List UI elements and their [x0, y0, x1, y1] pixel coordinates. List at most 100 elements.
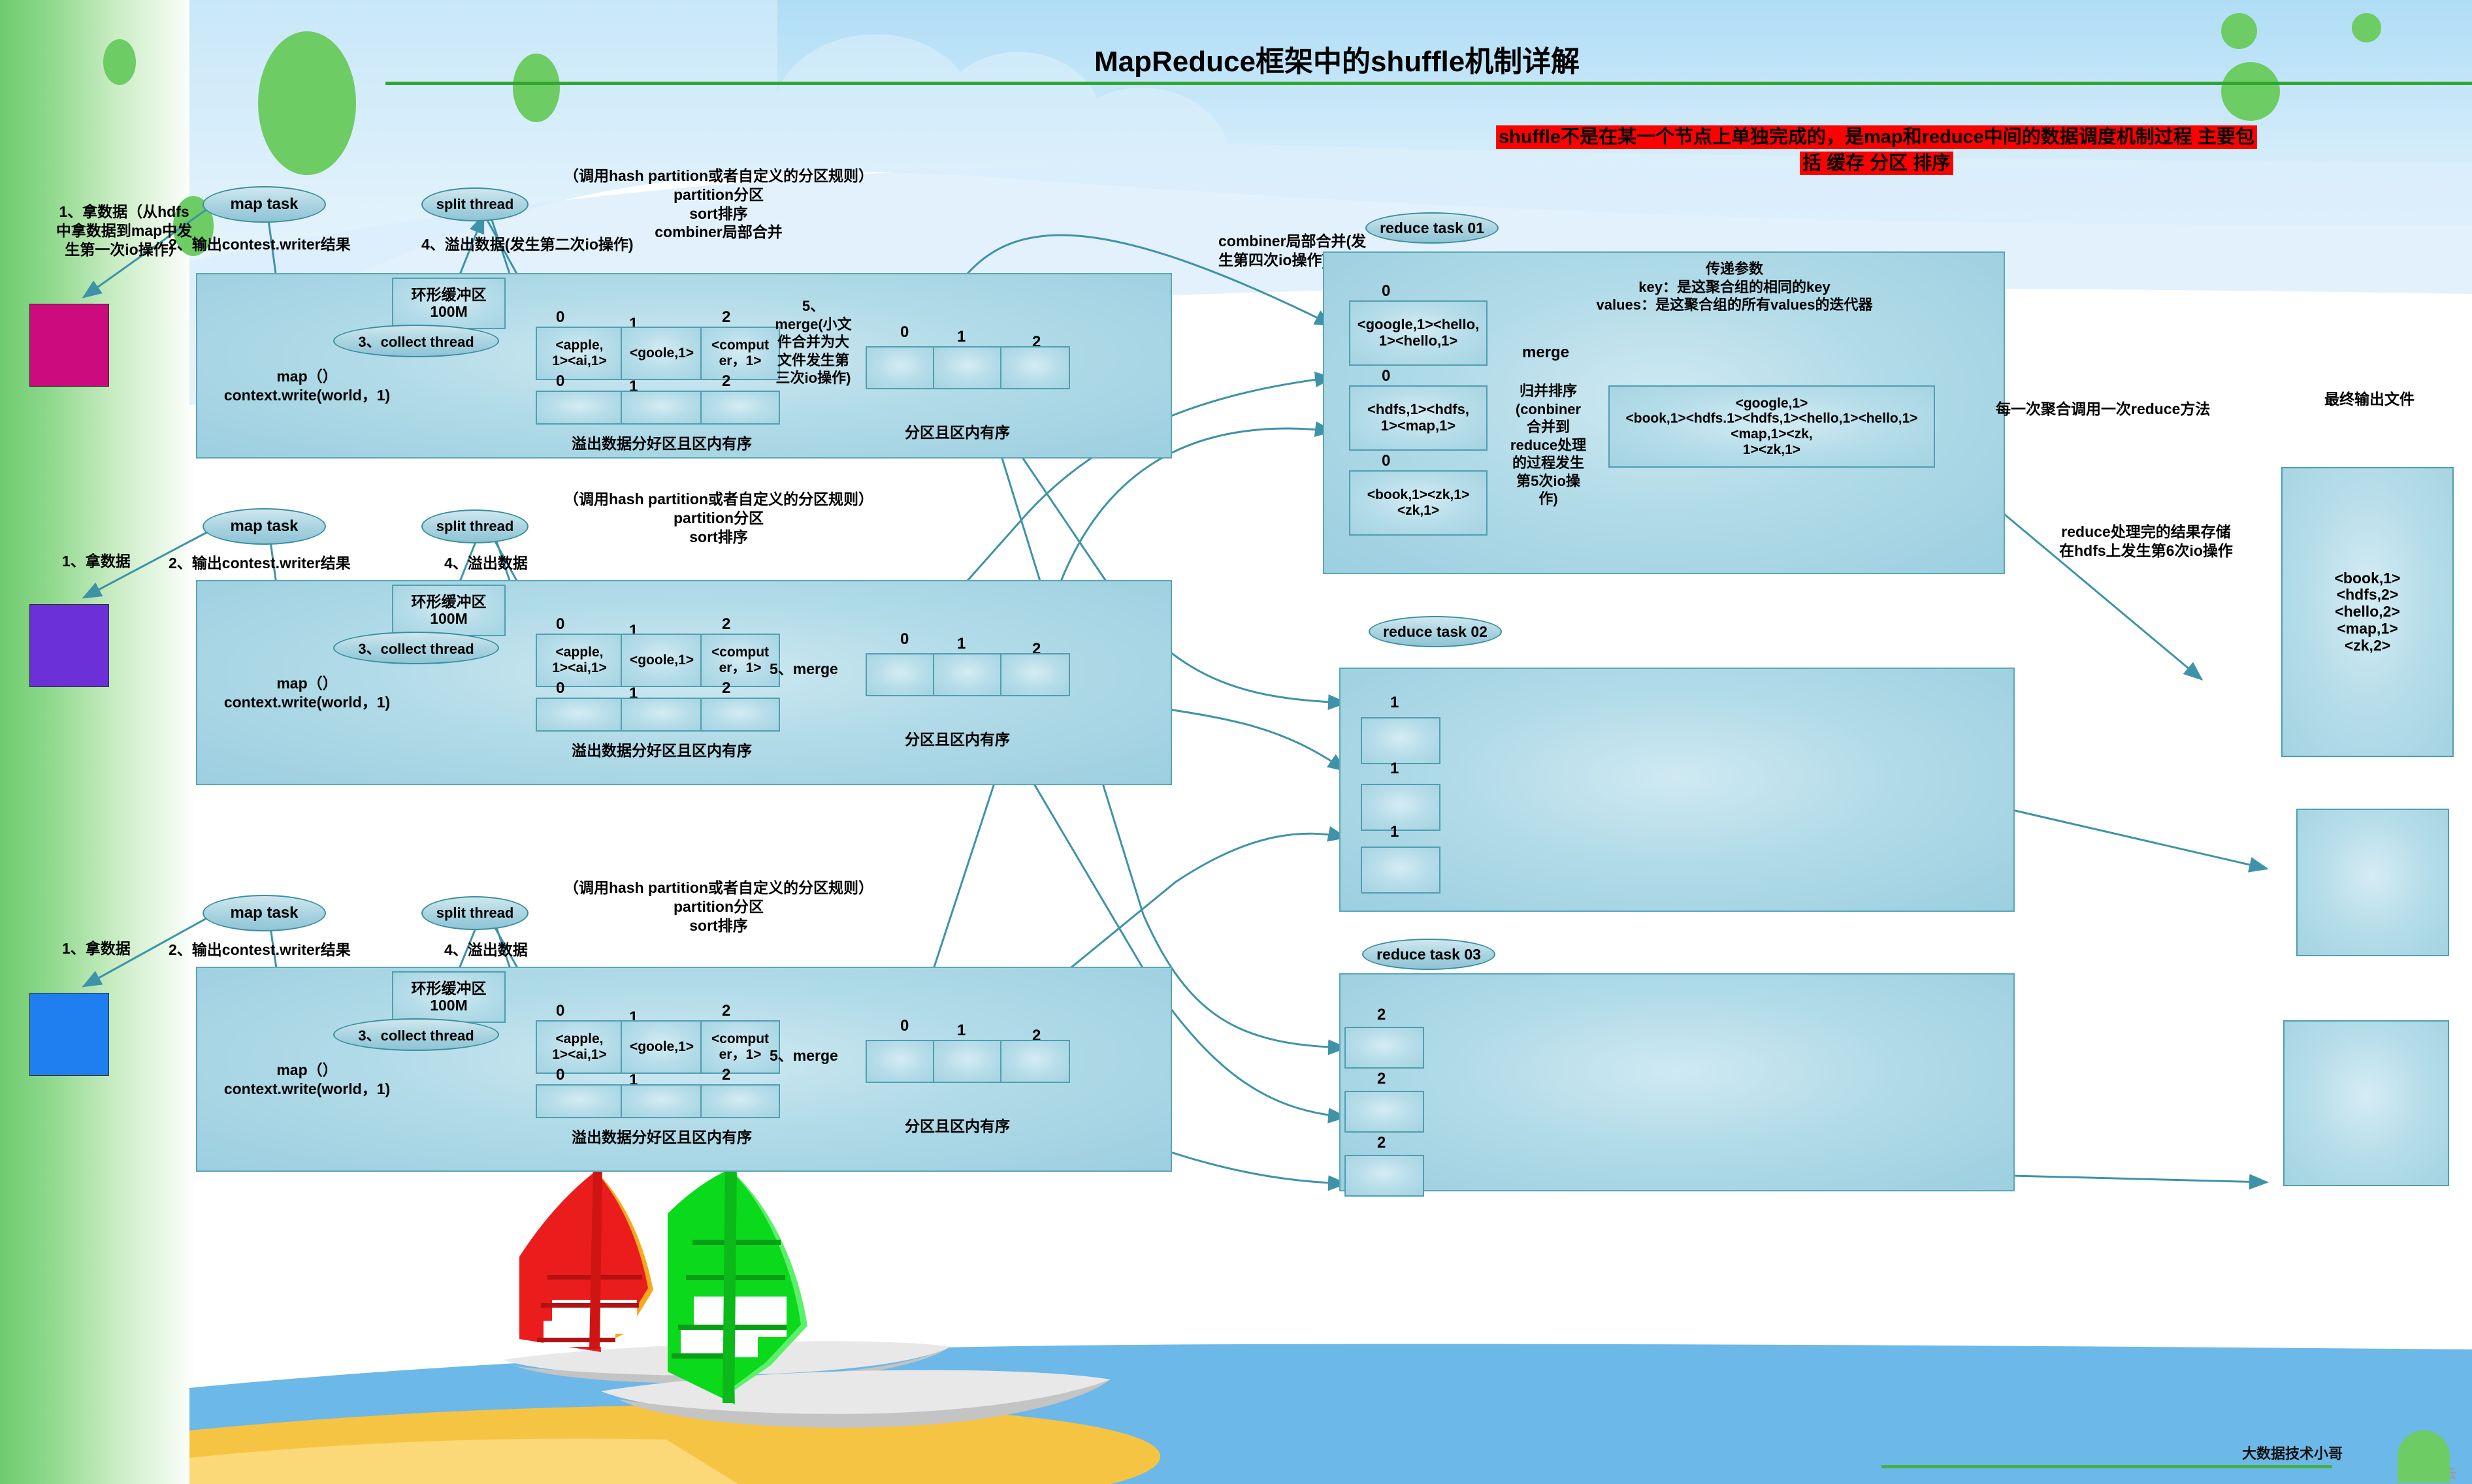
merged-index-1-1: 1 [957, 328, 966, 346]
reduce-01-call-note: 每一次聚合调用一次reduce方法 [1996, 400, 2211, 417]
merged-cell-3-0 [866, 1040, 935, 1083]
partition-index-2-2: 2 [722, 615, 731, 633]
source-block-2 [29, 604, 109, 687]
partition-index-1-2: 2 [722, 308, 731, 326]
map-code-1: map（） context.write(world，1) [223, 368, 391, 404]
reduce-panel-03 [1339, 973, 2015, 1191]
merged-cell-1-1 [933, 346, 1003, 389]
spill-caption-1: 溢出数据分好区且区内有序 [572, 435, 752, 452]
map-task-1[interactable]: map task [203, 186, 326, 223]
spill-cell-1b-1 [621, 391, 703, 425]
merged-cell-3-1 [933, 1040, 1003, 1083]
footer-logo-shape [2398, 1430, 2450, 1483]
spill-cell-2-1: <goole,1> [621, 634, 703, 687]
reduce-03-input-1 [1344, 1091, 1424, 1133]
spill-caption-2: 溢出数据分好区且区内有序 [572, 742, 752, 759]
map-stage-2-step4: 4、溢出数据 [444, 555, 528, 572]
spill-cell-3b-1 [621, 1084, 703, 1118]
map-task-3[interactable]: map task [203, 895, 326, 931]
reduce-task-03-label[interactable]: reduce task 03 [1362, 939, 1495, 970]
merged-cell-2-1 [933, 653, 1003, 696]
collect-thread-1[interactable]: 3、collect thread [333, 325, 499, 357]
spill-cell-2b-2 [700, 698, 780, 732]
reduce-02-input-index-0: 1 [1390, 694, 1399, 711]
reduce-03-input-index-1: 2 [1377, 1070, 1386, 1088]
merged-cell-1-0 [866, 346, 935, 389]
source-block-1 [29, 304, 109, 387]
final-output-header: 最终输出文件 [2324, 391, 2415, 408]
split-thread-3[interactable]: split thread [421, 896, 529, 930]
output-line-4: <zk,2> [2344, 636, 2391, 654]
merged-index-1-0: 0 [900, 323, 909, 341]
reduce-task-01-label[interactable]: reduce task 01 [1365, 212, 1499, 244]
final-output-box-3 [2283, 1020, 2449, 1186]
output-line-3: <map,1> [2337, 619, 2398, 637]
collect-thread-2[interactable]: 3、collect thread [333, 632, 499, 664]
reduce-panel-02 [1339, 668, 2015, 912]
merged-index-3-0: 0 [900, 1017, 909, 1035]
merged-cell-3-2 [1000, 1040, 1070, 1083]
map-stage-1-partition-note: （调用hash partition或者自定义的分区规则） partition分区… [563, 167, 874, 241]
reduce-03-input-index-0: 2 [1377, 1006, 1386, 1024]
map-stage-2-step1: 1、拿数据 [62, 553, 131, 570]
output-line-2: <hello,2> [2335, 603, 2400, 621]
spill-cell-1-1: <goole,1> [621, 327, 703, 380]
map-code-2: map（） context.write(world，1) [223, 675, 391, 711]
reduce-01-input-index-0: 0 [1382, 282, 1391, 300]
reduce-01-input-index-1: 0 [1382, 367, 1391, 385]
page-title: MapReduce框架中的shuffle机制详解 [1094, 46, 1580, 78]
map-stage-3-step1: 1、拿数据 [62, 940, 131, 957]
reduce-03-input-index-2: 2 [1377, 1134, 1386, 1152]
spill-caption-3: 溢出数据分好区且区内有序 [572, 1129, 752, 1146]
map-stage-2-partition-note: （调用hash partition或者自定义的分区规则） partition分区… [563, 491, 874, 545]
reduce-02-input-2 [1361, 847, 1440, 894]
output-store-note: reduce处理完的结果存储 在hdfs上发生第6次io操作 [2059, 523, 2233, 559]
reduce-02-input-1 [1361, 784, 1440, 831]
merged-caption-2: 分区且区内有序 [905, 731, 1010, 748]
merged-cell-2-0 [866, 653, 935, 696]
output-line-1: <hdfs,2> [2336, 586, 2399, 604]
decor-dot-7 [2352, 13, 2381, 42]
spill-cell-3b-2 [700, 1084, 780, 1118]
collect-thread-3[interactable]: 3、collect thread [333, 1018, 499, 1051]
merged-index-3-1: 1 [957, 1022, 966, 1039]
reduce-task-02-label[interactable]: reduce task 02 [1369, 616, 1502, 647]
slide-canvas: MapReduce框架中的shuffle机制详解 shuffle不是在某一个节点… [0, 0, 2472, 1484]
split-thread-2[interactable]: split thread [421, 509, 529, 543]
reduce-02-input-index-2: 1 [1390, 823, 1399, 841]
partition-index-3b-0: 0 [556, 1066, 565, 1084]
header-divider [385, 82, 2472, 85]
merge-note-1: 5、 merge(小文 件合并为大 文件发生第 三次io操作) [775, 298, 852, 386]
spill-cell-3-1: <goole,1> [621, 1020, 703, 1074]
decor-dot-5 [2221, 13, 2257, 49]
map-task-2[interactable]: map task [203, 508, 326, 545]
reduce-02-input-index-1: 1 [1390, 760, 1399, 777]
map-stage-1-step2: 2、输出contest.writer结果 [169, 236, 351, 253]
ring-buffer-2: 环形缓冲区 100M [392, 585, 506, 636]
spill-cell-2-2: <comput er，1> [700, 634, 780, 687]
spill-cell-1b-2 [700, 391, 780, 425]
partition-index-1b-0: 0 [556, 372, 565, 390]
partition-index-1b-2: 2 [722, 372, 731, 390]
partition-index-2-0: 0 [556, 615, 565, 633]
merge-note-2: 5、merge [770, 660, 838, 677]
reduce-01-input-1: <hdfs,1><hdfs, 1><map,1> [1349, 385, 1488, 451]
reduce-01-input-2: <book,1><zk,1><zk,1> [1349, 470, 1488, 536]
output-line-0: <book,1> [2334, 569, 2401, 587]
spill-cell-2b-0 [536, 698, 623, 732]
shuffle-banner-line-2: 括 缓存 分区 排序 [1800, 152, 1954, 176]
reduce-01-merged-output: <google,1> <book,1><hdfs.1><hdfs,1><hell… [1608, 385, 1935, 468]
final-output-box: <book,1> <hdfs,2> <hello,2> <map,1> <zk,… [2281, 467, 2454, 757]
reduce-02-input-0 [1361, 717, 1440, 764]
decor-dot-1 [103, 39, 136, 85]
spill-cell-2b-1 [621, 698, 703, 732]
split-thread-1[interactable]: split thread [421, 187, 529, 221]
partition-index-1-0: 0 [556, 308, 565, 326]
decor-dot-4 [513, 54, 560, 122]
merged-cell-2-2 [1000, 653, 1070, 696]
map-code-3: map（） context.write(world，1) [223, 1061, 391, 1097]
shuffle-banner-line-1: shuffle不是在某一个节点上单独完成的，是map和reduce中间的数据调度… [1496, 125, 2257, 150]
merged-caption-1: 分区且区内有序 [905, 424, 1010, 441]
spill-cell-2-0: <apple, 1><ai,1> [536, 634, 623, 687]
merge-note-3: 5、merge [770, 1047, 838, 1064]
